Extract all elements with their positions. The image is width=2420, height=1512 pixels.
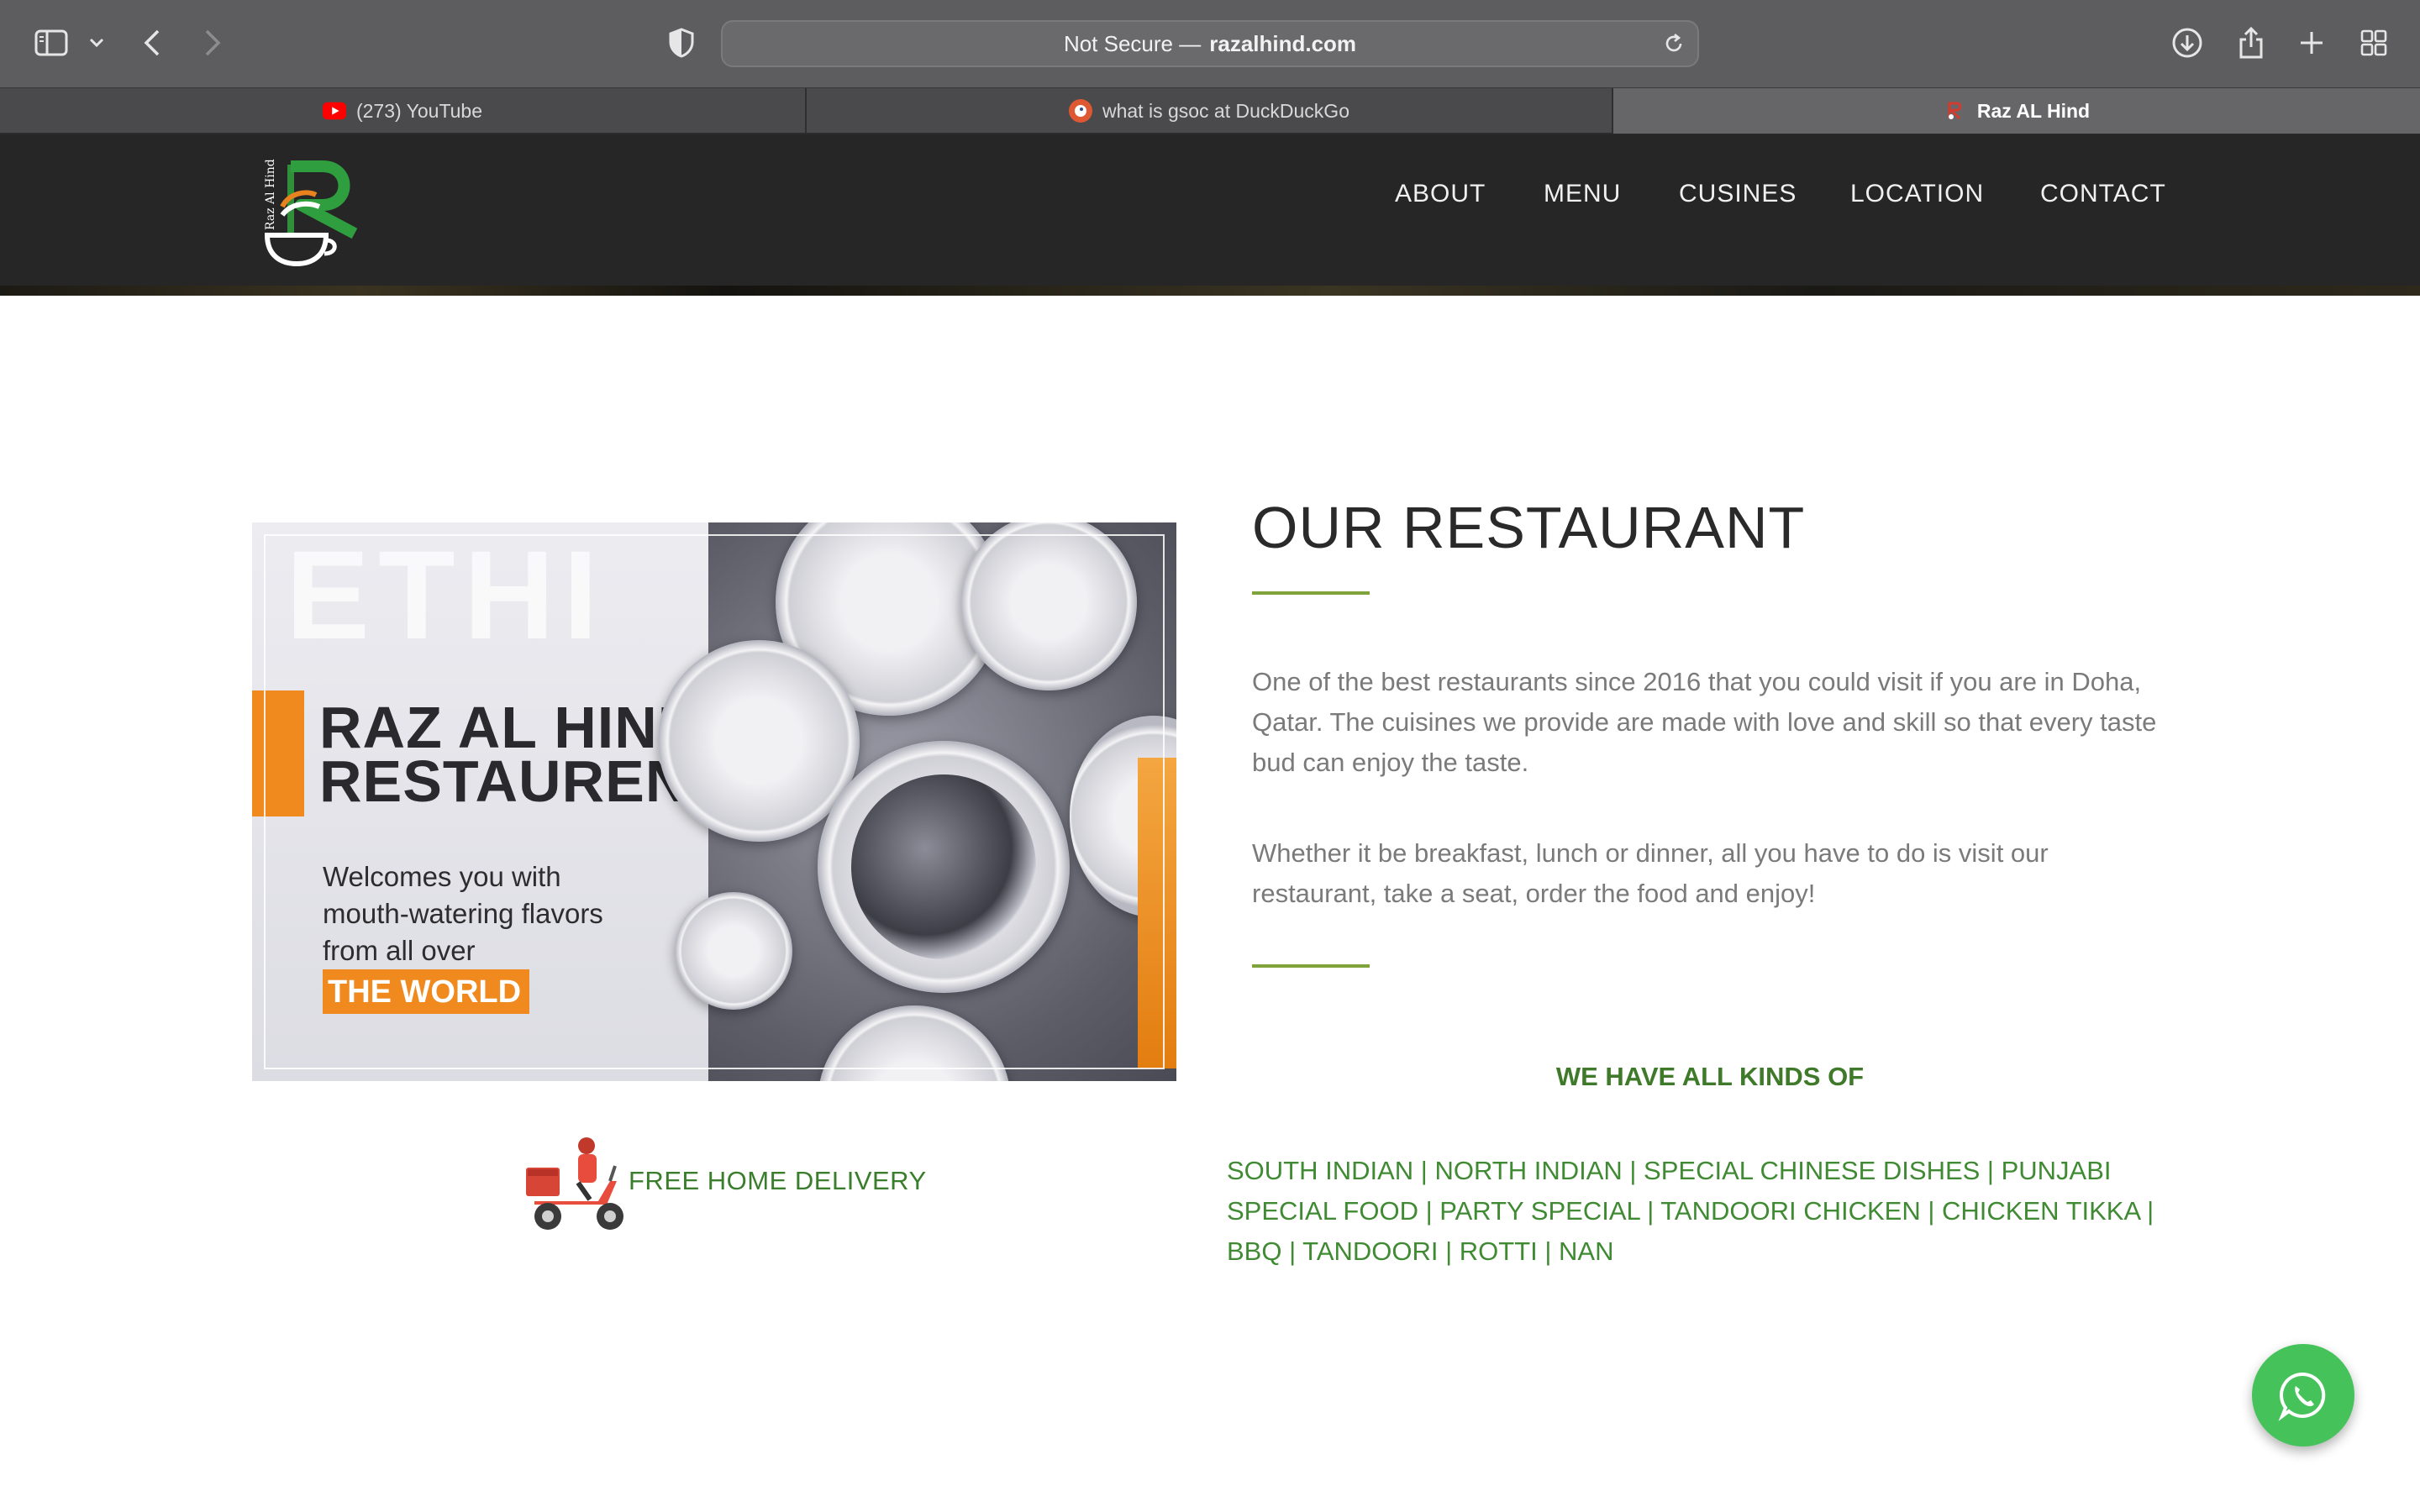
address-security: Not Secure — xyxy=(1063,30,1202,56)
hero-image-strip xyxy=(0,286,2420,296)
delivery-scooter-icon xyxy=(523,1134,632,1238)
nav-contact[interactable]: CONTACT xyxy=(2040,180,2166,208)
site-favicon xyxy=(1944,99,1967,123)
about-paragraph-1: One of the best restaurants since 2016 t… xyxy=(1252,667,2157,777)
nav-cusines[interactable]: CUSINES xyxy=(1679,180,1797,208)
tab-overview-icon[interactable] xyxy=(2353,22,2395,64)
nav-menu[interactable]: MENU xyxy=(1544,180,1621,208)
divider xyxy=(1252,591,1370,595)
site-logo[interactable]: Raz Al Hind xyxy=(257,156,366,269)
address-bar[interactable]: Not Secure — razalhind.com xyxy=(721,20,1699,67)
promo-frame xyxy=(264,534,1165,1069)
address-domain: razalhind.com xyxy=(1209,30,1357,56)
duckduckgo-icon xyxy=(1068,99,1092,123)
download-icon[interactable] xyxy=(2166,22,2208,64)
privacy-shield-icon[interactable] xyxy=(660,22,702,64)
tab-label: what is gsoc at DuckDuckGo xyxy=(1102,99,1349,122)
whatsapp-button[interactable] xyxy=(2252,1344,2354,1446)
tab-label: (273) YouTube xyxy=(355,99,483,122)
about-paragraph-2: Whether it be breakfast, lunch or dinner… xyxy=(1252,838,2049,908)
chevron-down-icon[interactable] xyxy=(76,22,118,64)
tab-raz-al-hind[interactable]: Raz AL Hind xyxy=(1613,88,2420,134)
logo-text: Raz Al Hind xyxy=(264,159,277,230)
whatsapp-icon xyxy=(2278,1372,2326,1421)
tab-youtube[interactable]: (273) YouTube xyxy=(0,88,807,134)
section-title: OUR RESTAURANT xyxy=(1252,495,1806,560)
tab-duckduckgo[interactable]: what is gsoc at DuckDuckGo xyxy=(807,88,1613,134)
divider xyxy=(1252,964,1370,968)
share-icon[interactable] xyxy=(2230,22,2272,64)
forward-icon[interactable] xyxy=(192,22,234,64)
nav-location[interactable]: LOCATION xyxy=(1850,180,1984,208)
sidebar-toggle-icon[interactable] xyxy=(30,22,72,64)
reload-icon[interactable] xyxy=(1662,32,1686,61)
kinds-heading: WE HAVE ALL KINDS OF xyxy=(1555,1062,1865,1091)
tab-bar: (273) YouTube what is gsoc at DuckDuckGo… xyxy=(0,87,2420,134)
kinds-list: SOUTH INDIAN | NORTH INDIAN | SPECIAL CH… xyxy=(1227,1156,2154,1266)
promo-image: ETHI RAZ AL HIND RESTAURENT Welcomes you… xyxy=(252,522,1176,1081)
browser-toolbar: Not Secure — razalhind.com xyxy=(0,0,2420,87)
delivery-label: FREE HOME DELIVERY xyxy=(629,1166,927,1195)
youtube-icon xyxy=(322,99,346,123)
back-icon[interactable] xyxy=(131,22,173,64)
nav-about[interactable]: ABOUT xyxy=(1395,180,1486,208)
new-tab-icon[interactable] xyxy=(2291,22,2333,64)
tab-label: Raz AL Hind xyxy=(1976,99,2091,122)
